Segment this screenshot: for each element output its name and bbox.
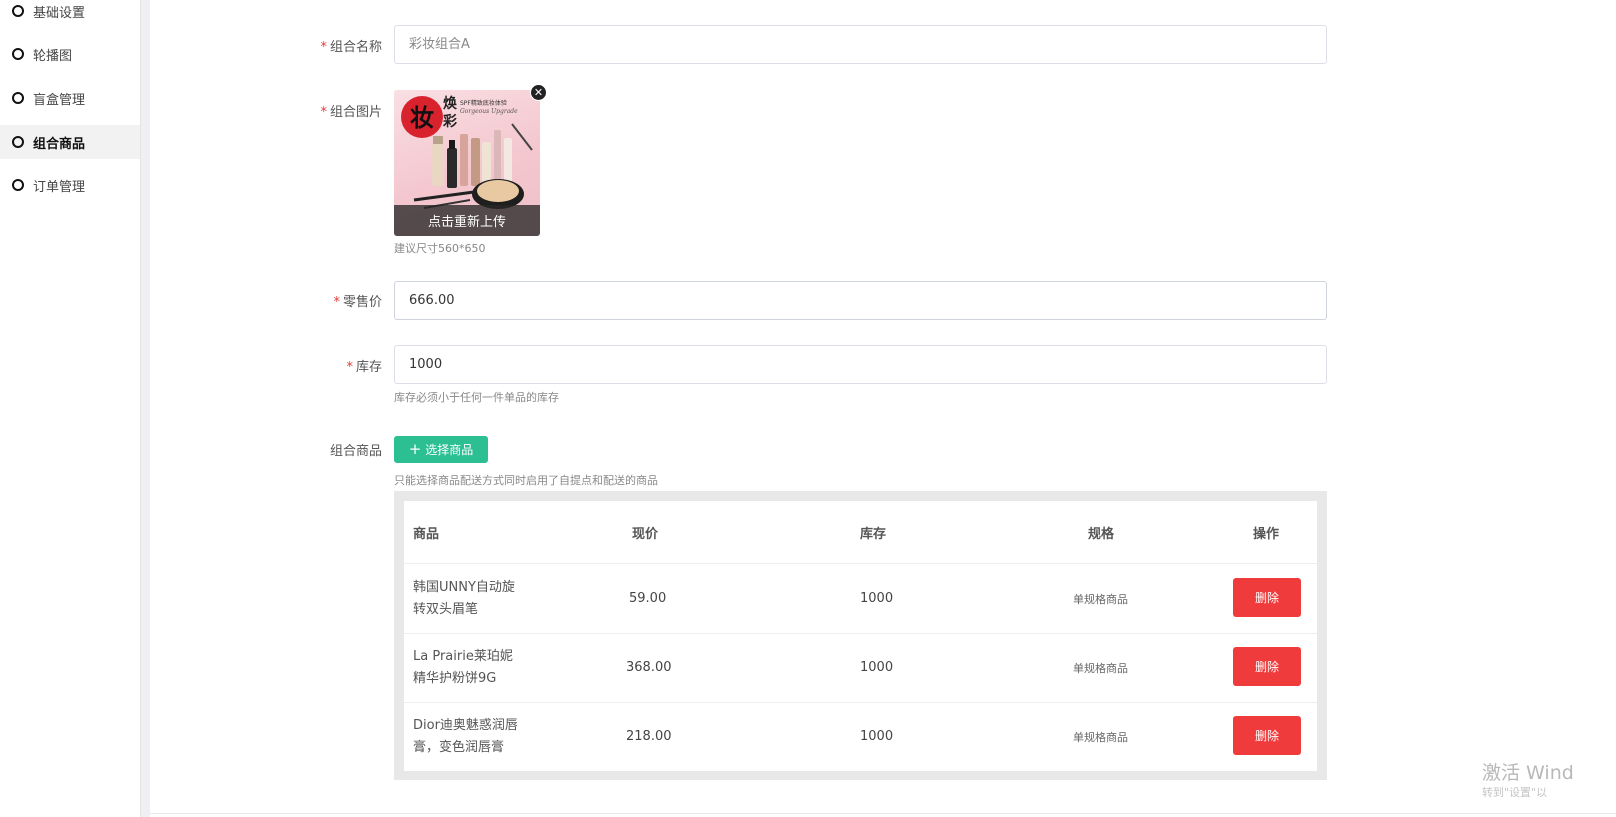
sidebar-item-carousel[interactable]: 轮播图 bbox=[0, 37, 140, 71]
combo-image-upload[interactable]: 妆 焕 彩 SPF精致底妆体验 Gorgeous Upgrade 点击重新上传 bbox=[394, 90, 540, 236]
product-stock: 1000 bbox=[860, 729, 894, 744]
header-action: 操作 bbox=[1253, 526, 1280, 542]
product-spec: 单规格商品 bbox=[1073, 661, 1128, 675]
header-stock: 库存 bbox=[860, 526, 887, 542]
image-size-hint: 建议尺寸560*650 bbox=[394, 242, 486, 255]
sidebar-item-label: 基础设置 bbox=[33, 5, 86, 21]
product-spec: 单规格商品 bbox=[1073, 592, 1128, 606]
product-spec: 单规格商品 bbox=[1073, 730, 1128, 744]
sidebar-item-basic-settings[interactable]: 基础设置 bbox=[0, 0, 140, 28]
sidebar-item-orders[interactable]: 订单管理 bbox=[0, 168, 140, 202]
required-mark: * bbox=[320, 105, 327, 120]
sidebar-item-label: 组合商品 bbox=[33, 136, 86, 152]
header-product: 商品 bbox=[413, 526, 440, 542]
delete-button[interactable]: 删除 bbox=[1233, 647, 1301, 686]
windows-activation-watermark-sub: 转到"设置"以 bbox=[1482, 786, 1548, 799]
sidebar-item-label: 轮播图 bbox=[33, 48, 73, 64]
image-label: * 组合图片 bbox=[320, 105, 382, 120]
stock-label: * 库存 bbox=[346, 360, 382, 375]
windows-activation-watermark: 激活 Wind bbox=[1482, 762, 1574, 784]
product-stock: 1000 bbox=[860, 591, 894, 606]
combo-products-hint: 只能选择商品配送方式同时启用了自提点和配送的商品 bbox=[394, 474, 658, 487]
sidebar-divider bbox=[141, 0, 150, 817]
product-price: 218.00 bbox=[626, 729, 672, 744]
sidebar-item-combo-products[interactable]: 组合商品 bbox=[0, 125, 140, 159]
product-price: 59.00 bbox=[629, 591, 667, 606]
table-row: 韩国UNNY自动旋 转双头眉笔 59.00 1000 单规格商品 删除 bbox=[404, 564, 1317, 634]
header-price: 现价 bbox=[632, 526, 659, 542]
svg-text:SPF精致底妆体验: SPF精致底妆体验 bbox=[460, 99, 507, 107]
circle-icon bbox=[12, 5, 24, 17]
combo-products-label: 组合商品 bbox=[329, 444, 382, 459]
combo-name-input[interactable] bbox=[394, 25, 1327, 64]
bottom-divider bbox=[150, 813, 1616, 814]
product-name: La Prairie莱珀妮 精华护粉饼9G bbox=[413, 648, 513, 686]
svg-text:Gorgeous Upgrade: Gorgeous Upgrade bbox=[460, 108, 518, 115]
select-products-button[interactable]: + 选择商品 bbox=[394, 436, 488, 463]
svg-text:彩: 彩 bbox=[442, 113, 457, 130]
header-spec: 规格 bbox=[1088, 526, 1115, 542]
price-label: * 零售价 bbox=[333, 295, 382, 310]
product-price: 368.00 bbox=[626, 660, 672, 675]
product-name: 韩国UNNY自动旋 转双头眉笔 bbox=[413, 579, 515, 617]
required-mark: * bbox=[346, 360, 353, 375]
delete-button[interactable]: 删除 bbox=[1233, 716, 1301, 755]
product-name: Dior迪奥魅惑润唇 膏，变色润唇膏 bbox=[413, 717, 518, 755]
products-table-container: 商品 现价 库存 规格 操作 韩国UNNY自动旋 转双头眉笔 59.00 1000… bbox=[394, 491, 1327, 780]
stock-hint: 库存必须小于任何一件单品的库存 bbox=[394, 391, 559, 404]
required-mark: * bbox=[320, 40, 327, 55]
sidebar-item-blind-box[interactable]: 盲盒管理 bbox=[0, 81, 140, 115]
table-header: 商品 现价 库存 规格 操作 bbox=[404, 501, 1317, 564]
remove-image-icon[interactable]: ✕ bbox=[530, 84, 547, 101]
sidebar-item-label: 盲盒管理 bbox=[33, 92, 86, 108]
required-mark: * bbox=[333, 295, 340, 310]
table-row: La Prairie莱珀妮 精华护粉饼9G 368.00 1000 单规格商品 删… bbox=[404, 633, 1317, 703]
circle-icon bbox=[12, 136, 24, 148]
product-stock: 1000 bbox=[860, 660, 894, 675]
circle-icon bbox=[12, 179, 24, 191]
plus-icon: + bbox=[408, 440, 422, 458]
sidebar-item-label: 订单管理 bbox=[33, 179, 86, 195]
table-row: Dior迪奥魅惑润唇 膏，变色润唇膏 218.00 1000 单规格商品 删除 bbox=[404, 702, 1317, 771]
svg-text:焕: 焕 bbox=[443, 95, 457, 112]
circle-icon bbox=[12, 92, 24, 104]
badge-text: 妆 bbox=[410, 104, 434, 132]
retail-price-input[interactable] bbox=[394, 281, 1327, 320]
delete-button[interactable]: 删除 bbox=[1233, 578, 1301, 617]
name-label: * 组合名称 bbox=[320, 40, 382, 55]
sidebar: 基础设置 轮播图 盲盒管理 组合商品 订单管理 bbox=[0, 0, 141, 817]
products-table: 商品 现价 库存 规格 操作 韩国UNNY自动旋 转双头眉笔 59.00 1000… bbox=[404, 501, 1317, 771]
circle-icon bbox=[12, 48, 24, 60]
reupload-overlay[interactable]: 点击重新上传 bbox=[394, 205, 540, 236]
stock-input[interactable] bbox=[394, 345, 1327, 384]
